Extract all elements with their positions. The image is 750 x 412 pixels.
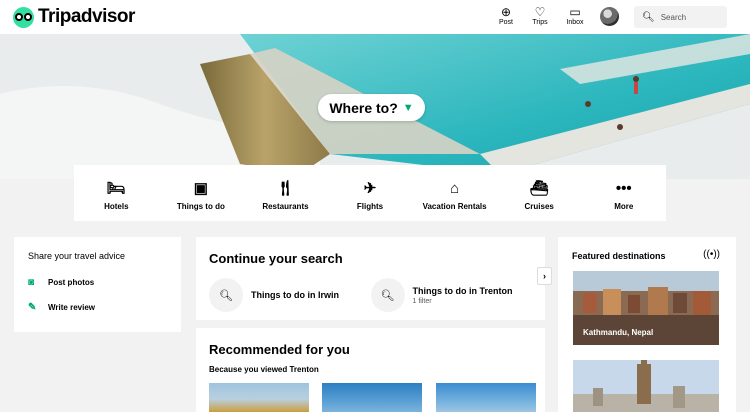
where-to-button[interactable]: Where to? ▼	[318, 94, 425, 121]
ellipsis-icon: •••	[615, 180, 632, 197]
recommendation-thumbnail[interactable]	[322, 383, 422, 412]
category-flights[interactable]: ✈︎ Flights	[328, 165, 413, 221]
logo-text: Tripadvisor	[38, 6, 135, 27]
edit-icon: ✎	[28, 302, 37, 313]
destination-card[interactable]	[573, 360, 719, 412]
avatar[interactable]	[600, 7, 619, 26]
category-vacation-rentals[interactable]: ⌂ Vacation Rentals	[412, 165, 497, 221]
category-things-to-do[interactable]: ▣ Things to do	[159, 165, 244, 221]
search-box[interactable]: 🔍︎	[634, 6, 727, 28]
chevron-right-icon[interactable]: ›	[537, 267, 552, 285]
recommendation-thumbnail[interactable]	[209, 383, 309, 412]
category-label: Things to do	[176, 202, 225, 211]
owl-logo-icon	[13, 6, 34, 28]
search-icon: 🔍︎	[370, 278, 405, 312]
recent-search-trenton[interactable]: 🔍︎ Things to do in Trenton 1 filter	[370, 278, 533, 312]
share-title: Share your travel advice	[28, 251, 126, 261]
category-label: Cruises	[524, 202, 554, 211]
category-bar: 🛏︎ Hotels ▣ Things to do 🍴︎ Restaurants …	[74, 165, 666, 221]
featured-destinations-card: Featured destinations ((•)) Kathmandu, N…	[558, 237, 736, 412]
post-button[interactable]: ⊕ Post	[489, 5, 523, 26]
category-label: Restaurants	[262, 202, 309, 211]
recommendation-thumbnail[interactable]	[436, 383, 536, 412]
trips-button[interactable]: ♡ Trips	[523, 5, 557, 26]
featured-title: Featured destinations	[572, 251, 666, 261]
search-icon: 🔍︎	[642, 11, 655, 23]
write-review-label: Write review	[48, 303, 95, 312]
category-label: Vacation Rentals	[422, 202, 487, 211]
recent-search-title: Things to do in Irwin	[251, 290, 339, 300]
recommended-card: Recommended for you Because you viewed T…	[196, 328, 545, 412]
hero-image: Where to? ▼	[0, 34, 750, 179]
inbox-label: Inbox	[566, 19, 584, 26]
search-icon: 🔍︎	[209, 278, 243, 312]
share-advice-card: Share your travel advice ◙ Post photos ✎…	[14, 237, 181, 332]
recommended-subtitle: Because you viewed Trenton	[209, 365, 319, 374]
continue-title: Continue your search	[209, 251, 343, 266]
recommended-title: Recommended for you	[209, 342, 350, 357]
plus-circle-icon: ⊕	[500, 5, 512, 19]
tripadvisor-logo[interactable]: Tripadvisor	[13, 6, 135, 28]
cutlery-icon: 🍴︎	[275, 180, 295, 197]
inbox-button[interactable]: ▭ Inbox	[558, 5, 592, 26]
write-review-link[interactable]: ✎ Write review	[28, 302, 167, 313]
destination-name: Kathmandu, Nepal	[583, 328, 654, 337]
heart-icon: ♡	[534, 5, 546, 19]
recent-search-irwin[interactable]: 🔍︎ Things to do in Irwin	[209, 278, 371, 312]
recent-search-filter: 1 filter	[412, 297, 432, 305]
category-restaurants[interactable]: 🍴︎ Restaurants	[243, 165, 328, 221]
destination-card-kathmandu[interactable]: Kathmandu, Nepal	[573, 271, 719, 345]
where-to-label: Where to?	[329, 99, 398, 116]
ship-icon: ⛴︎	[529, 180, 549, 197]
broadcast-icon: ((•))	[703, 249, 720, 260]
category-cruises[interactable]: ⛴︎ Cruises	[497, 165, 582, 221]
search-input[interactable]	[660, 12, 721, 22]
message-icon: ▭	[569, 5, 581, 19]
post-photos-link[interactable]: ◙ Post photos	[28, 277, 167, 288]
top-header: Tripadvisor ⊕ Post ♡ Trips ▭ Inbox 🔍︎	[0, 0, 750, 34]
trips-label: Trips	[532, 19, 548, 26]
category-label: Hotels	[104, 202, 129, 211]
ticket-icon: ▣	[193, 180, 208, 197]
destination-photo	[573, 360, 719, 412]
category-more[interactable]: ••• More	[581, 165, 666, 221]
chevron-down-icon: ▼	[402, 101, 414, 114]
bed-icon: 🛏︎	[106, 180, 126, 197]
plane-icon: ✈︎	[363, 180, 377, 197]
post-label: Post	[498, 19, 513, 26]
category-label: More	[614, 202, 634, 211]
recent-search-title: Things to do in Trenton	[412, 285, 513, 296]
post-photos-label: Post photos	[48, 278, 95, 287]
continue-search-card: Continue your search 🔍︎ Things to do in …	[196, 237, 545, 320]
camera-icon: ◙	[28, 277, 35, 288]
house-icon: ⌂	[450, 180, 460, 197]
category-label: Flights	[356, 202, 384, 211]
category-hotels[interactable]: 🛏︎ Hotels	[74, 165, 159, 221]
